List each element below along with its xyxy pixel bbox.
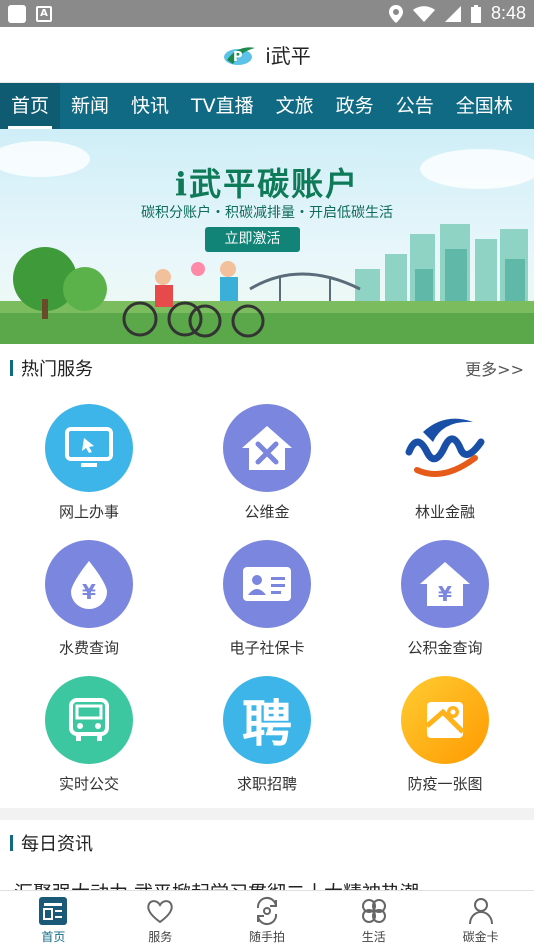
service-label: 公维金 (244, 503, 290, 521)
tab-government[interactable]: 政务 (325, 83, 385, 129)
hot-services-header: 热门服务 更多>> (0, 344, 534, 392)
service-icon-bg (401, 404, 489, 492)
promo-banner[interactable]: i武平碳账户 碳积分账户・积碳减排量・开启低碳生活 立即激活 (0, 129, 534, 344)
service-icon-bg (401, 676, 489, 764)
service-label: 实时公交 (58, 775, 119, 793)
nav-label: 生活 (361, 930, 386, 944)
signal-icon (444, 5, 461, 22)
service-icon-bg (45, 676, 133, 764)
activate-button[interactable]: 立即激活 (205, 227, 300, 252)
banner-title: i武平碳账户 (174, 165, 360, 203)
tab-tv-live[interactable]: TV直播 (180, 83, 265, 129)
battery-icon (470, 4, 481, 23)
tab-national-forestry[interactable]: 全国林 (445, 83, 524, 129)
water-drop-yen-icon: ¥ (71, 561, 107, 609)
service-recruitment[interactable]: 聘 求职招聘 (178, 676, 356, 794)
section-title: 热门服务 (21, 359, 93, 380)
person-icon (468, 898, 493, 925)
service-icon-bg (223, 404, 311, 492)
home-icon (39, 897, 68, 925)
nav-label: 服务 (148, 930, 173, 944)
service-label: 林业金融 (414, 503, 475, 521)
service-label: 水费查询 (58, 639, 119, 657)
bus-icon (69, 698, 109, 741)
service-maintenance-fund[interactable]: 公维金 (178, 404, 356, 522)
service-epidemic-map[interactable]: 防疫一张图 (356, 676, 534, 794)
tab-flash[interactable]: 快讯 (120, 83, 180, 129)
daily-news-header: 每日资讯 (0, 820, 534, 866)
service-icon-bg: 聘 (223, 676, 311, 764)
nav-services[interactable]: 服务 (107, 891, 214, 950)
app-header: P i武平 (0, 27, 534, 83)
forestry-logo-icon (405, 418, 485, 477)
svg-text:¥: ¥ (438, 582, 452, 606)
service-social-security-card[interactable]: 电子社保卡 (178, 540, 356, 658)
section-divider (0, 808, 534, 820)
service-realtime-bus[interactable]: 实时公交 (0, 676, 178, 794)
service-icon-bg: ¥ (401, 540, 489, 628)
app-title: i武平 (265, 44, 311, 68)
section-marker (10, 360, 13, 376)
nav-label: 随手拍 (248, 930, 285, 944)
monitor-icon (65, 427, 113, 467)
house-yen-icon: ¥ (420, 562, 470, 606)
clover-icon (361, 899, 386, 923)
service-housing-fund[interactable]: ¥ 公积金查询 (356, 540, 534, 658)
notification-icon (8, 4, 26, 23)
wifi-icon (412, 5, 435, 22)
tab-culture-tourism[interactable]: 文旅 (265, 83, 325, 129)
section-title: 每日资讯 (21, 834, 93, 855)
svg-text:¥: ¥ (82, 580, 96, 604)
location-icon (388, 4, 403, 23)
house-tools-icon (242, 426, 292, 470)
service-label: 公积金查询 (407, 639, 483, 657)
clock: 8:48 (490, 3, 526, 23)
channel-tabs: 首页 新闻 快讯 TV直播 文旅 政务 公告 全国林 (0, 83, 534, 129)
service-forestry-finance[interactable]: 林业金融 (356, 404, 534, 522)
service-online-affairs[interactable]: 网上办事 (0, 404, 178, 522)
tab-home[interactable]: 首页 (0, 83, 61, 129)
app-logo-icon: P (224, 46, 256, 65)
tab-announcement[interactable]: 公告 (385, 83, 445, 129)
more-link[interactable]: 更多>> (465, 356, 524, 380)
status-bar: A 8:48 (0, 0, 534, 27)
svg-text:P: P (233, 50, 243, 65)
banner-subtitle: 碳积分账户・积碳减排量・开启低碳生活 (141, 205, 393, 221)
service-icon-bg (45, 404, 133, 492)
service-label: 电子社保卡 (229, 639, 305, 657)
nav-home[interactable]: 首页 (0, 891, 107, 950)
app-notification-icon: A (36, 5, 52, 22)
id-card-icon (243, 567, 291, 601)
service-icon-bg: ¥ (45, 540, 133, 628)
service-label: 防疫一张图 (407, 775, 483, 793)
camera-swap-icon (256, 897, 277, 925)
nav-snapshot[interactable]: 随手拍 (214, 891, 321, 950)
nav-label: 首页 (41, 930, 66, 944)
tab-news[interactable]: 新闻 (60, 83, 120, 129)
epidemic-map-icon (425, 702, 465, 738)
service-label: 网上办事 (58, 503, 119, 521)
nav-life[interactable]: 生活 (320, 891, 427, 950)
service-water-bill[interactable]: ¥ 水费查询 (0, 540, 178, 658)
service-icon-bg (223, 540, 311, 628)
recruit-icon: 聘 (242, 695, 292, 753)
heart-hand-icon (147, 900, 173, 924)
bottom-navigation: 首页 服务 随手拍 生活 碳金卡 (0, 890, 534, 950)
section-marker (10, 835, 13, 851)
nav-carbon-card[interactable]: 碳金卡 (427, 891, 534, 950)
services-grid: 网上办事 公维金 林业金融 ¥ 水费查询 电子社保卡 ¥ 公积金查询 实时公交 … (0, 392, 534, 808)
service-label: 求职招聘 (236, 775, 297, 793)
nav-label: 碳金卡 (462, 930, 499, 944)
